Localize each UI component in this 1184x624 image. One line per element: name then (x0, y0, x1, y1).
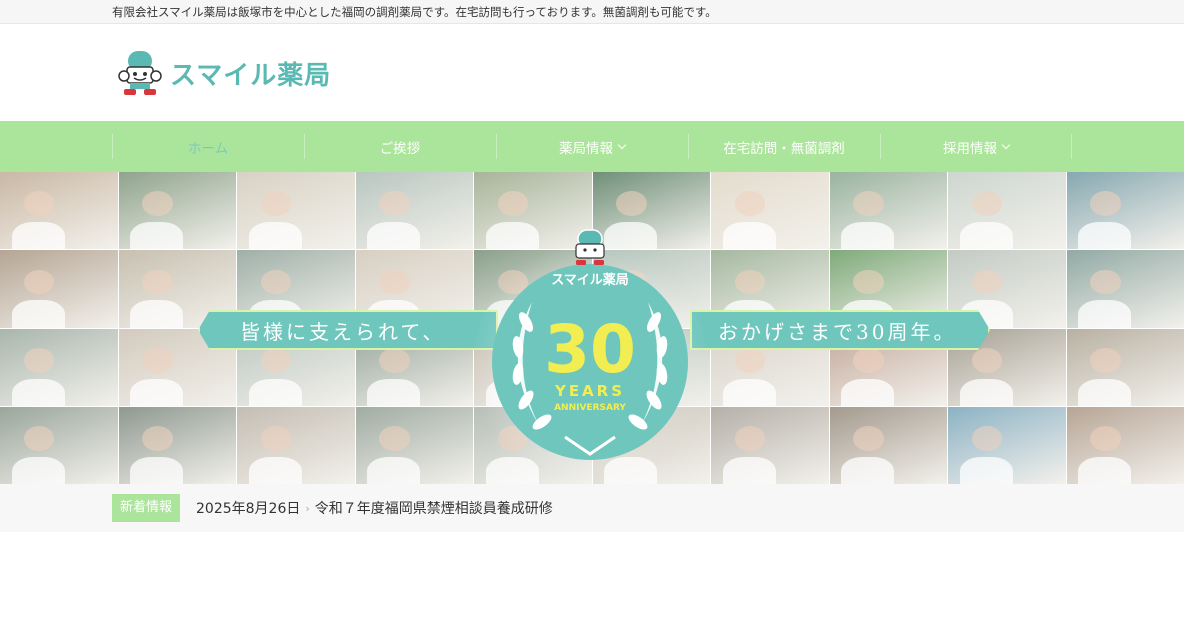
news-title-link[interactable]: 令和７年度福岡県禁煙相談員養成研修 (315, 498, 553, 518)
site-logo[interactable]: スマイル薬局 (118, 49, 331, 97)
mascot-logo-icon (118, 51, 162, 95)
emblem-brand: スマイル薬局 (551, 272, 629, 288)
chevron-down-icon (617, 140, 627, 149)
collage-photo (1066, 172, 1184, 250)
news-badge: 新着情報 (112, 494, 181, 522)
nav-item-label: 採用情報 (943, 140, 997, 157)
collage-photo (0, 250, 118, 328)
collage-photo (1066, 406, 1184, 484)
collage-photo (237, 172, 355, 250)
collage-photo (948, 172, 1066, 250)
emblem-number: 30 (544, 311, 636, 388)
collage-photo (1066, 250, 1184, 328)
collage-photo (237, 406, 355, 484)
collage-photo (118, 406, 236, 484)
nav-item-home[interactable]: ホーム (112, 121, 304, 172)
collage-photo (711, 406, 829, 484)
nav-item-label: 薬局情報 (559, 140, 613, 157)
collage-photo (948, 406, 1066, 484)
nav-item-home-visit[interactable]: 在宅訪問・無菌調剤 (688, 121, 880, 172)
nav-item-label: ホーム (187, 140, 229, 157)
collage-photo (118, 172, 236, 250)
collage-photo (0, 172, 118, 250)
site-header: スマイル薬局 (0, 24, 1184, 121)
collage-photo (0, 406, 118, 484)
chevron-down-icon (1001, 140, 1011, 149)
collage-photo (711, 172, 829, 250)
banner-right: おかげさまで30周年。 (690, 310, 990, 350)
hero-banner[interactable]: 皆様に支えられて、 おかげさまで30周年。 スマイル薬局 30 YEARS AN… (0, 172, 1184, 484)
main-navigation: ホーム ご挨拶 薬局情報 在宅訪問・無菌調剤 採用情報 (0, 121, 1184, 172)
collage-photo (829, 406, 947, 484)
emblem-years: YEARS (554, 382, 625, 400)
collage-photo (355, 406, 473, 484)
chevron-right-icon: › (305, 501, 310, 515)
news-date: 2025年8月26日 (196, 501, 301, 517)
collage-photo (1066, 328, 1184, 406)
logo-wordmark: スマイル薬局 (170, 60, 332, 91)
nav-item-label: 在宅訪問・無菌調剤 (723, 140, 845, 157)
emblem-anniversary: ANNIVERSARY (554, 403, 626, 413)
collage-photo (829, 172, 947, 250)
banner-left: 皆様に支えられて、 (198, 310, 498, 350)
top-bar: 有限会社スマイル薬局は飯塚市を中心とした福岡の調剤薬局です。在宅訪問も行っており… (0, 0, 1184, 24)
site-tagline: 有限会社スマイル薬局は飯塚市を中心とした福岡の調剤薬局です。在宅訪問も行っており… (112, 5, 717, 19)
nav-item-recruit[interactable]: 採用情報 (880, 121, 1072, 172)
nav-item-pharmacy-info[interactable]: 薬局情報 (496, 121, 688, 172)
nav-item-label: ご挨拶 (379, 140, 421, 157)
anniversary-emblem: スマイル薬局 30 YEARS ANNIVERSARY (470, 229, 710, 482)
collage-photo (355, 172, 473, 250)
news-ticker: 新着情報 2025年8月26日 › 令和７年度福岡県禁煙相談員養成研修 (0, 484, 1184, 532)
nav-item-greeting[interactable]: ご挨拶 (304, 121, 496, 172)
collage-photo (0, 328, 118, 406)
